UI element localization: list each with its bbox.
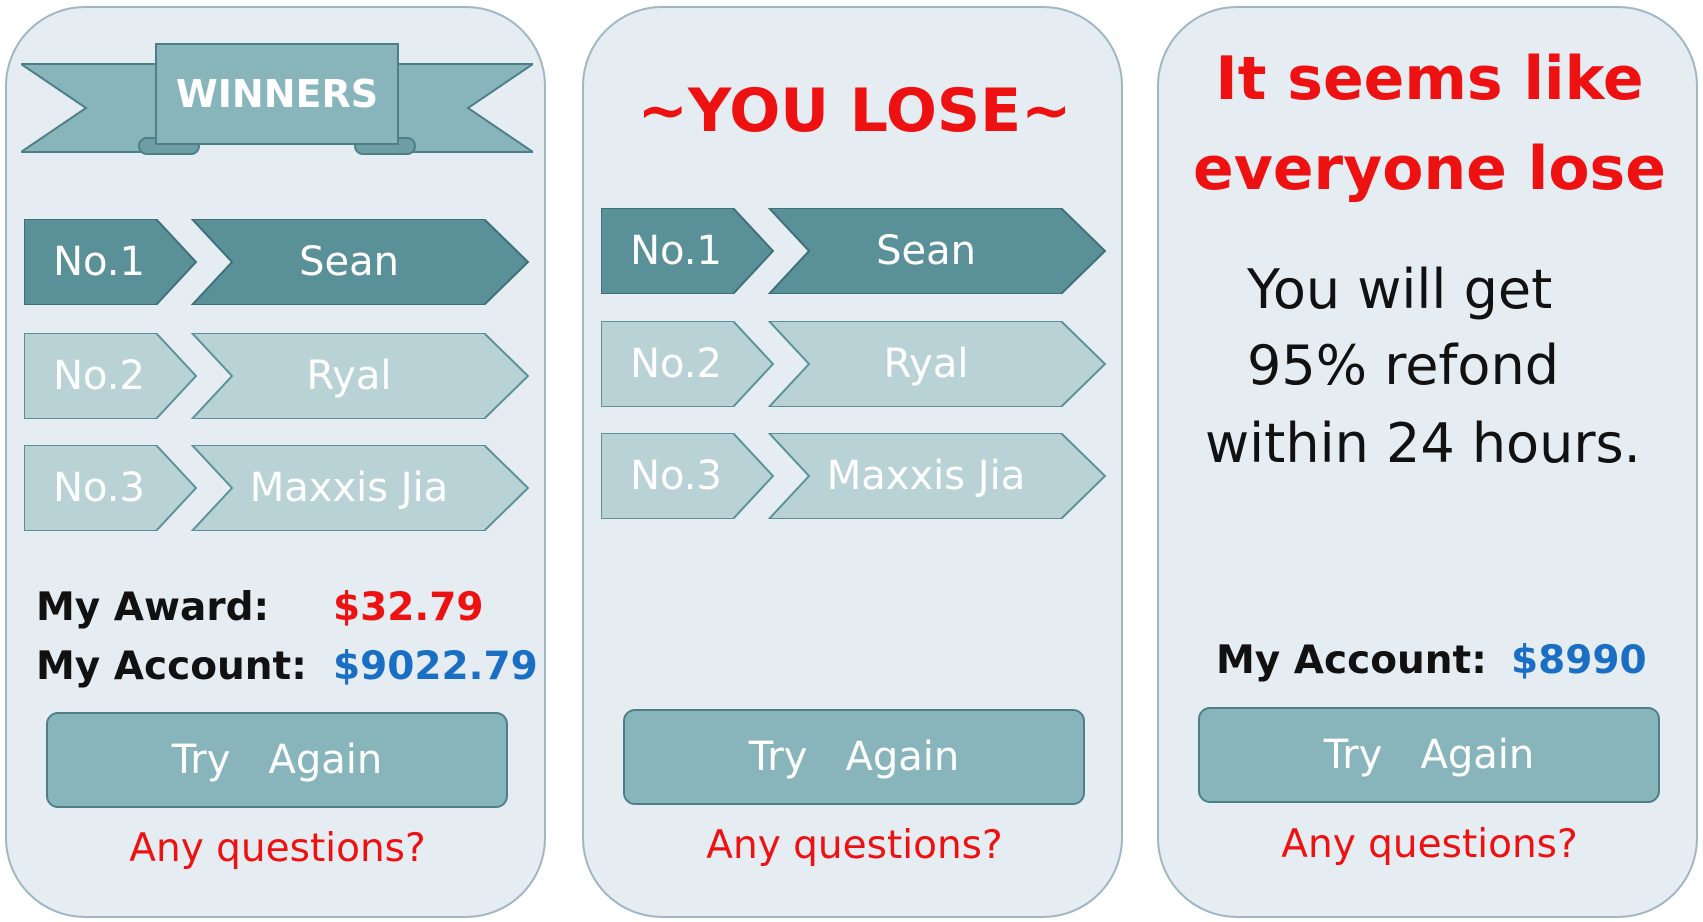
account-value: $8990 xyxy=(1511,638,1647,683)
award-label: My Award: xyxy=(36,585,270,630)
rank-name: Sean xyxy=(876,228,976,274)
ranking-row-1: No.1 Sean xyxy=(24,219,530,305)
banner-title: WINNERS xyxy=(175,72,379,116)
try-again-button[interactable]: Try Again xyxy=(46,712,508,808)
lose-screen: ~YOU LOSE~ No.1 Sean No.2 Ryal No.3 Maxx… xyxy=(582,6,1123,918)
refund-message-line-2: 95% refond xyxy=(1247,334,1559,397)
refund-title-line-1: It seems like xyxy=(1215,44,1644,114)
winners-screen: WINNERS No.1 Sean No.2 Ryal No.3 Maxxis … xyxy=(5,6,546,918)
rank-name: Sean xyxy=(299,239,399,285)
questions-link[interactable]: Any questions? xyxy=(584,823,1125,868)
refund-message-line-1: You will get xyxy=(1247,258,1553,321)
rank-name: Ryal xyxy=(306,353,392,399)
ranking-row-2: No.2 Ryal xyxy=(24,333,530,419)
winners-banner: WINNERS xyxy=(21,42,533,162)
rank-label: No.1 xyxy=(630,228,722,274)
questions-link[interactable]: Any questions? xyxy=(7,826,548,871)
lose-title: ~YOU LOSE~ xyxy=(637,76,1072,146)
ranking-row-2: No.2 Ryal xyxy=(601,321,1107,407)
ranking-row-1: No.1 Sean xyxy=(601,208,1107,294)
rank-label: No.3 xyxy=(630,453,722,499)
refund-title-line-2: everyone lose xyxy=(1193,134,1666,204)
ranking-row-3: No.3 Maxxis Jia xyxy=(601,433,1107,519)
refund-screen: It seems like everyone lose You will get… xyxy=(1157,6,1698,918)
rank-label: No.2 xyxy=(630,341,722,387)
try-again-button[interactable]: Try Again xyxy=(1198,707,1660,803)
rank-label: No.1 xyxy=(53,239,145,285)
rank-label: No.3 xyxy=(53,465,145,511)
rank-name: Ryal xyxy=(883,341,969,387)
try-again-button[interactable]: Try Again xyxy=(623,709,1085,805)
rank-name: Maxxis Jia xyxy=(826,453,1026,499)
rank-label: No.2 xyxy=(53,353,145,399)
ranking-row-3: No.3 Maxxis Jia xyxy=(24,445,530,531)
refund-message-line-3: within 24 hours. xyxy=(1205,412,1641,475)
account-label: My Account: xyxy=(36,644,307,689)
account-value: $9022.79 xyxy=(333,644,538,689)
account-label: My Account: xyxy=(1216,638,1487,683)
questions-link[interactable]: Any questions? xyxy=(1159,822,1700,867)
rank-name: Maxxis Jia xyxy=(249,465,449,511)
award-value: $32.79 xyxy=(333,585,484,630)
